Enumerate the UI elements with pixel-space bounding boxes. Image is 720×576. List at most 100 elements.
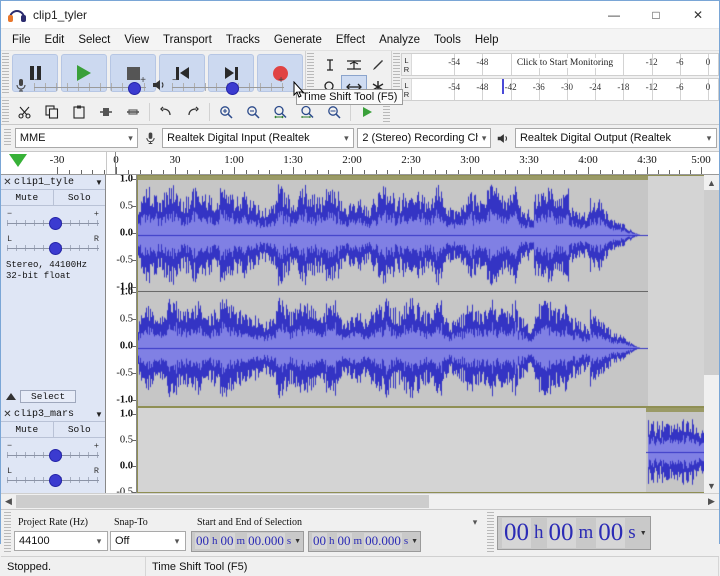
recording-volume-slider[interactable]: − + <box>32 75 148 95</box>
track-control-panel[interactable]: ✕ clip3_mars ▼ Mute Solo − + L R <box>1 407 106 493</box>
copy-button[interactable] <box>39 100 65 124</box>
paste-button[interactable] <box>66 100 92 124</box>
menu-view[interactable]: View <box>117 31 156 49</box>
mute-button[interactable]: Mute <box>1 422 54 437</box>
playback-meter-toolbar[interactable]: L R -54-48-42-36-30-24-18-12-60 <box>401 78 719 101</box>
menu-tools[interactable]: Tools <box>427 31 468 49</box>
status-bar: Stopped. Time Shift Tool (F5) <box>1 556 719 576</box>
track-control-panel[interactable]: ✕ clip1_tyle ▼ Mute Solo − + L R <box>1 175 106 407</box>
scroll-up-button[interactable]: ▲ <box>704 175 719 190</box>
waveform-display[interactable] <box>137 407 719 493</box>
audio-position-display[interactable]: 00 h 00 m 00 s ▼ <box>497 516 651 550</box>
horizontal-scroll-trough[interactable] <box>16 495 704 508</box>
fit-selection-button[interactable] <box>267 100 293 124</box>
edit-toolbar-grip[interactable] <box>2 100 9 122</box>
channel-divider <box>138 291 648 292</box>
recording-meter-toolbar[interactable]: L R -54-48-42-36-30-24-18-12-60 Click to… <box>401 53 719 76</box>
menu-help[interactable]: Help <box>468 31 506 49</box>
silence-audio-button[interactable] <box>120 100 146 124</box>
trim-audio-button[interactable] <box>93 100 119 124</box>
redo-button[interactable] <box>180 100 206 124</box>
audio-host-select[interactable]: MME ▾ <box>15 128 139 148</box>
selection-start-time[interactable]: 00 h 00 m 00.000 s ▼ <box>191 531 304 552</box>
timeline-label: 4:00 <box>578 154 598 166</box>
solo-button[interactable]: Solo <box>54 190 106 205</box>
gain-slider[interactable]: − + <box>7 209 99 231</box>
gain-plus-label: + <box>94 441 99 451</box>
zoom-in-button[interactable] <box>213 100 239 124</box>
recording-meter-grip[interactable] <box>393 53 400 93</box>
pan-slider[interactable]: L R <box>7 466 99 488</box>
scroll-down-button[interactable]: ▼ <box>704 478 719 493</box>
track-menu-icon[interactable]: ▼ <box>93 410 105 419</box>
scroll-left-button[interactable]: ◀ <box>1 494 16 509</box>
horizontal-scrollbar[interactable]: ◀ ▶ <box>1 493 719 509</box>
scroll-right-button[interactable]: ▶ <box>704 494 719 509</box>
selection-toolbar-grip[interactable] <box>4 512 11 552</box>
timeline-ruler[interactable]: -300301:001:302:002:303:003:304:004:305:… <box>1 152 719 175</box>
maximize-button[interactable]: □ <box>635 1 677 28</box>
chevron-down-icon: ▾ <box>702 133 716 144</box>
envelope-tool[interactable] <box>341 53 367 77</box>
recording-device-select[interactable]: Realtek Digital Input (Realtek ▾ <box>162 128 354 148</box>
track-select-button[interactable]: Select <box>6 390 76 403</box>
track-title: clip3_mars <box>14 409 93 420</box>
undo-button[interactable] <box>153 100 179 124</box>
pan-slider[interactable]: L R <box>7 234 99 256</box>
chevron-down-icon[interactable]: ▾ <box>467 517 483 528</box>
trim-icon <box>99 105 113 119</box>
vertical-ruler-label: -0.5 <box>116 487 133 494</box>
close-track-button[interactable]: ✕ <box>1 409 14 420</box>
pan-right-label: R <box>94 466 99 476</box>
gain-slider[interactable]: − + <box>7 441 99 463</box>
snap-to-select[interactable]: Off ▾ <box>110 531 186 551</box>
playback-meter-bar[interactable]: -54-48-42-36-30-24-18-12-60 <box>412 79 718 100</box>
menu-effect[interactable]: Effect <box>329 31 372 49</box>
chevron-down-icon: ▾ <box>123 133 137 144</box>
collapse-triangle-icon[interactable] <box>6 393 16 400</box>
menu-tracks[interactable]: Tracks <box>219 31 267 49</box>
window-controls: — □ ✕ <box>593 1 719 28</box>
vertical-scrollbar[interactable]: ▲ ▼ <box>704 175 719 493</box>
vertical-ruler[interactable]: 1.00.50.0-0.5 <box>106 407 137 493</box>
track-menu-icon[interactable]: ▼ <box>93 178 105 187</box>
menu-analyze[interactable]: Analyze <box>372 31 427 49</box>
cut-button[interactable] <box>12 100 38 124</box>
horizontal-scroll-thumb[interactable] <box>16 495 429 508</box>
device-toolbar-grip[interactable] <box>4 129 11 147</box>
transport-toolbar-grip[interactable] <box>2 53 9 93</box>
track-header: ✕ clip1_tyle ▼ <box>1 175 105 190</box>
menu-generate[interactable]: Generate <box>267 31 329 49</box>
vertical-scroll-trough[interactable] <box>704 190 719 478</box>
fit-selection-icon <box>273 105 288 120</box>
audio-clip[interactable] <box>138 176 648 406</box>
selection-tool[interactable] <box>317 53 343 77</box>
scissors-icon <box>18 105 32 119</box>
vertical-ruler[interactable]: 1.00.50.0-0.5-1.01.00.50.0-0.5-1.0 <box>106 175 137 407</box>
zoom-out-button[interactable] <box>240 100 266 124</box>
menu-file[interactable]: File <box>5 31 38 49</box>
menu-edit[interactable]: Edit <box>38 31 72 49</box>
solo-button[interactable]: Solo <box>54 422 106 437</box>
close-track-button[interactable]: ✕ <box>1 177 14 188</box>
selection-end-time[interactable]: 00 h 00 m 00.000 s ▼ <box>308 531 421 552</box>
menu-select[interactable]: Select <box>71 31 117 49</box>
time-toolbar-grip[interactable] <box>487 512 494 552</box>
timeline-label: 30 <box>170 154 181 166</box>
vertical-scroll-thumb[interactable] <box>704 190 719 375</box>
minimize-button[interactable]: — <box>593 1 635 28</box>
menu-transport[interactable]: Transport <box>156 31 219 49</box>
playback-volume-slider[interactable]: − + <box>170 75 286 95</box>
tools-toolbar-grip[interactable] <box>307 53 314 93</box>
timeline-label: 5:00 <box>691 154 711 166</box>
waveform-display[interactable] <box>137 175 719 407</box>
mute-button[interactable]: Mute <box>1 190 54 205</box>
project-rate-select[interactable]: 44100 ▾ <box>14 531 108 551</box>
recording-meter-bar[interactable]: -54-48-42-36-30-24-18-12-60 Click to Sta… <box>412 54 718 75</box>
playback-device-select[interactable]: Realtek Digital Output (Realtek ▾ <box>515 128 717 148</box>
pinned-play-head-icon[interactable] <box>9 154 27 167</box>
microphone-icon <box>12 78 30 92</box>
close-button[interactable]: ✕ <box>677 1 719 28</box>
recording-channels-select[interactable]: 2 (Stereo) Recording Chan ▾ <box>357 128 491 148</box>
draw-tool[interactable] <box>365 53 391 77</box>
